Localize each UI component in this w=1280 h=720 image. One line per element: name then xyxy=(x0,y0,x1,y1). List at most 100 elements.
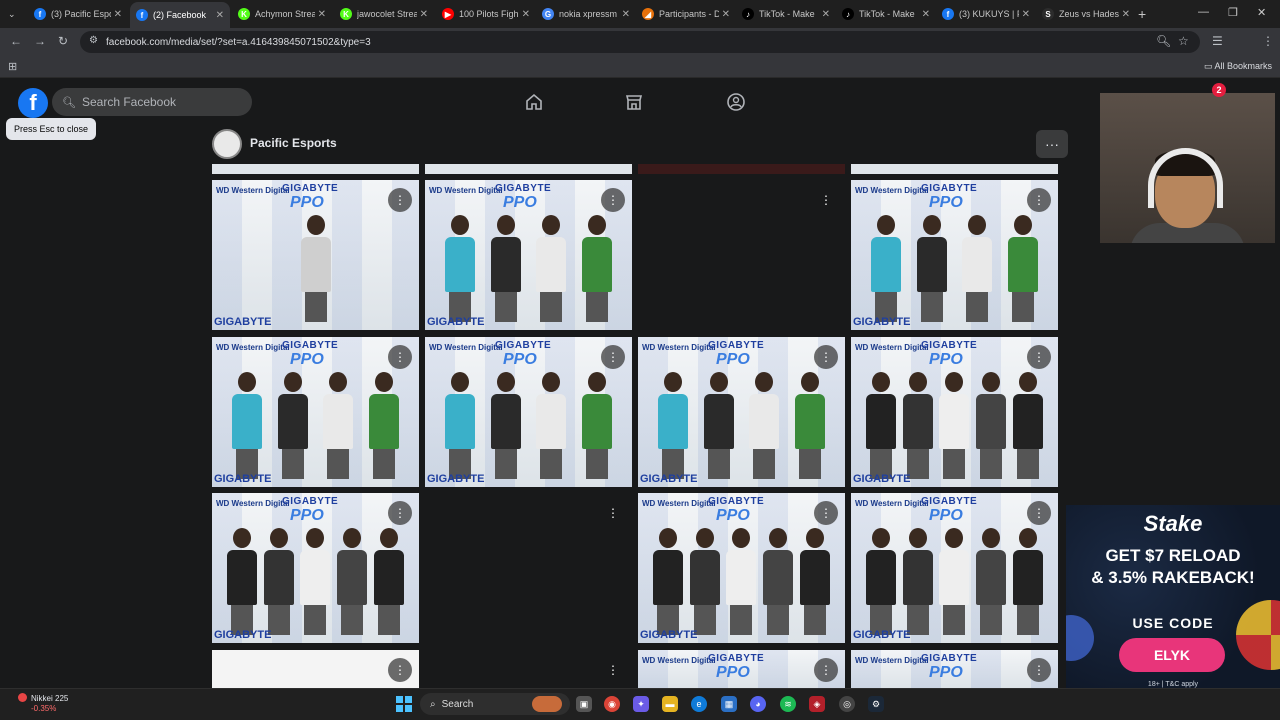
photo-options-icon[interactable]: ⋮ xyxy=(601,345,625,369)
browser-tab[interactable]: f (3) Pacific Espo ✕ xyxy=(28,3,128,25)
photo-options-icon[interactable]: ⋮ xyxy=(388,345,412,369)
reading-list-icon[interactable]: ☰ xyxy=(1212,34,1223,48)
photo-options-icon[interactable]: ⋮ xyxy=(814,658,838,682)
browser-tab[interactable]: Kjawocolet Strea ✕ xyxy=(334,3,434,25)
tab-search-button[interactable]: ⌄ xyxy=(2,3,24,25)
tab-close-icon[interactable]: ✕ xyxy=(216,10,224,21)
album-photo[interactable]: WD Western Digital GIGABYTE PPO GIGABYTE ⋮ xyxy=(212,493,419,643)
tab-close-icon[interactable]: ✕ xyxy=(420,9,428,20)
browser-tab[interactable]: S Zeus vs Hades ✕ xyxy=(1036,3,1136,25)
photo-options-icon[interactable]: ⋮ xyxy=(601,501,625,525)
album-photo[interactable]: WD Western Digital GIGABYTE PPO ⋮ xyxy=(851,650,1058,688)
album-photo[interactable]: WD Western Digital GIGABYTE PPO GIGABYTE ⋮ xyxy=(425,180,632,330)
photo-options-icon[interactable]: ⋮ xyxy=(814,501,838,525)
forward-icon[interactable]: → xyxy=(34,34,46,48)
browser-tab[interactable]: K Achymon Strea ✕ xyxy=(232,3,332,25)
new-tab-button[interactable]: + xyxy=(1132,3,1154,25)
stake-advertisement[interactable]: Stake GET $7 RELOAD & 3.5% RAKEBACK! USE… xyxy=(1066,505,1280,688)
photo-options-icon[interactable]: ⋮ xyxy=(814,188,838,212)
site-info-icon[interactable]: ⚙ xyxy=(89,35,98,46)
tab-favicon-icon: G xyxy=(542,8,554,20)
groups-icon[interactable] xyxy=(726,92,746,112)
tab-close-icon[interactable]: ✕ xyxy=(922,9,930,20)
photo-options-icon[interactable]: ⋮ xyxy=(388,188,412,212)
address-bar[interactable]: ⚙ facebook.com/media/set/?set=a.41643984… xyxy=(80,31,1200,53)
album-photo[interactable]: ⋮ xyxy=(425,493,632,643)
tab-close-icon[interactable]: ✕ xyxy=(522,9,530,20)
photo-options-icon[interactable]: ⋮ xyxy=(601,188,625,212)
photo-options-icon[interactable]: ⋮ xyxy=(814,345,838,369)
zoom-icon[interactable]: 🔍︎ xyxy=(1156,34,1171,48)
photo-options-icon[interactable]: ⋮ xyxy=(388,658,412,682)
album-photo[interactable]: WD Western Digital GIGABYTE PPO GIGABYTE ⋮ xyxy=(212,180,419,330)
album-photo[interactable]: WD Western Digital GIGABYTE PPO GIGABYTE ⋮ xyxy=(638,493,845,643)
facebook-logo[interactable]: f xyxy=(18,88,48,118)
windows-start-icon[interactable] xyxy=(396,696,412,712)
sponsor-logo: GIGABYTE xyxy=(495,340,552,351)
tab-close-icon[interactable]: ✕ xyxy=(114,9,122,20)
people-group xyxy=(224,525,407,635)
facebook-search-input[interactable]: 🔍︎ Search Facebook xyxy=(52,88,252,116)
tab-close-icon[interactable]: ✕ xyxy=(722,9,730,20)
browser-tab[interactable]: Gnokia xpressm ✕ xyxy=(536,3,636,25)
file-explorer-icon[interactable]: ▬ xyxy=(662,696,678,712)
photo-options-icon[interactable]: ⋮ xyxy=(1027,188,1051,212)
album-photo[interactable]: WD Western Digital GIGABYTE PPO GIGABYTE ⋮ xyxy=(638,337,845,487)
back-icon[interactable]: ← xyxy=(10,34,22,48)
close-window-icon[interactable]: ✕ xyxy=(1257,6,1266,19)
menu-kebab-icon[interactable]: ⋮ xyxy=(1262,34,1274,48)
apps-grid-icon[interactable]: ⊞ xyxy=(8,60,17,73)
photo-options-icon[interactable]: ⋮ xyxy=(601,658,625,682)
album-photo[interactable]: ⋮ xyxy=(212,650,419,688)
minimize-icon[interactable]: — xyxy=(1198,6,1209,18)
browser-tab[interactable]: ♪ TikTok - Make ✕ xyxy=(736,3,836,25)
browser-tab[interactable]: f (2) Facebook ✕ xyxy=(130,2,230,28)
browser-tab[interactable]: ◢ Participants - D ✕ xyxy=(636,3,736,25)
album-more-button[interactable]: ··· xyxy=(1036,130,1068,158)
search-highlight-icon xyxy=(532,696,562,712)
reload-icon[interactable]: ↻ xyxy=(58,34,68,48)
home-icon[interactable] xyxy=(524,92,544,112)
tab-close-icon[interactable]: ✕ xyxy=(822,9,830,20)
browser-tab[interactable]: ▶ 100 Pilots Figh ✕ xyxy=(436,3,536,25)
edge-icon[interactable]: e xyxy=(691,696,707,712)
spotify-icon[interactable]: ≋ xyxy=(780,696,796,712)
taskbar-search[interactable]: ⌕ Search xyxy=(420,693,570,715)
marketplace-icon[interactable] xyxy=(624,92,644,112)
tab-close-icon[interactable]: ✕ xyxy=(1122,9,1130,20)
tab-close-icon[interactable]: ✕ xyxy=(1022,9,1030,20)
app-icon[interactable]: ◈ xyxy=(809,696,825,712)
album-photo[interactable]: ⋮ xyxy=(638,180,845,330)
photo-options-icon[interactable]: ⋮ xyxy=(1027,658,1051,682)
ad-code-button[interactable]: ELYK xyxy=(1119,638,1225,672)
copilot-icon[interactable]: ✦ xyxy=(633,696,649,712)
bookmark-star-icon[interactable]: ☆ xyxy=(1178,34,1189,48)
album-photo[interactable]: WD Western Digital GIGABYTE PPO GIGABYTE ⋮ xyxy=(212,337,419,487)
discord-icon[interactable]: ◕ xyxy=(750,696,766,712)
photo-options-icon[interactable]: ⋮ xyxy=(1027,501,1051,525)
album-photo[interactable]: WD Western Digital GIGABYTE PPO GIGABYTE ⋮ xyxy=(851,493,1058,643)
browser-tab[interactable]: f (3) KUKUYS | F ✕ xyxy=(936,3,1036,25)
task-view-icon[interactable]: ▣ xyxy=(576,696,592,712)
album-photo[interactable]: WD Western Digital GIGABYTE PPO ⋮ xyxy=(638,650,845,688)
album-photo[interactable]: WD Western Digital GIGABYTE PPO GIGABYTE ⋮ xyxy=(851,337,1058,487)
photo-options-icon[interactable]: ⋮ xyxy=(388,501,412,525)
album-photo[interactable]: WD Western Digital GIGABYTE PPO GIGABYTE ⋮ xyxy=(851,180,1058,330)
album-photo[interactable]: ⋮ xyxy=(425,650,632,688)
tab-close-icon[interactable]: ✕ xyxy=(318,9,326,20)
photo-options-icon[interactable]: ⋮ xyxy=(1027,345,1051,369)
maximize-icon[interactable]: ❐ xyxy=(1228,6,1238,19)
all-bookmarks-button[interactable]: ▭ All Bookmarks xyxy=(1204,61,1272,72)
browser-tab[interactable]: ♪ TikTok - Make ✕ xyxy=(836,3,936,25)
sponsor-logo-bottom: GIGABYTE xyxy=(640,629,698,641)
album-photo[interactable]: WD Western Digital GIGABYTE PPO GIGABYTE ⋮ xyxy=(425,337,632,487)
obs-icon[interactable]: ◎ xyxy=(839,696,855,712)
store-icon[interactable]: ▦ xyxy=(721,696,737,712)
chrome-icon[interactable]: ◉ xyxy=(604,696,620,712)
stock-ticker-widget[interactable]: Nikkei 225 -0.35% xyxy=(18,693,68,714)
album-title[interactable]: Pacific Esports xyxy=(250,136,337,150)
tab-close-icon[interactable]: ✕ xyxy=(622,9,630,20)
steam-icon[interactable]: ⚙ xyxy=(868,696,884,712)
notification-badge[interactable]: 2 xyxy=(1212,83,1226,97)
page-avatar[interactable] xyxy=(212,129,242,159)
